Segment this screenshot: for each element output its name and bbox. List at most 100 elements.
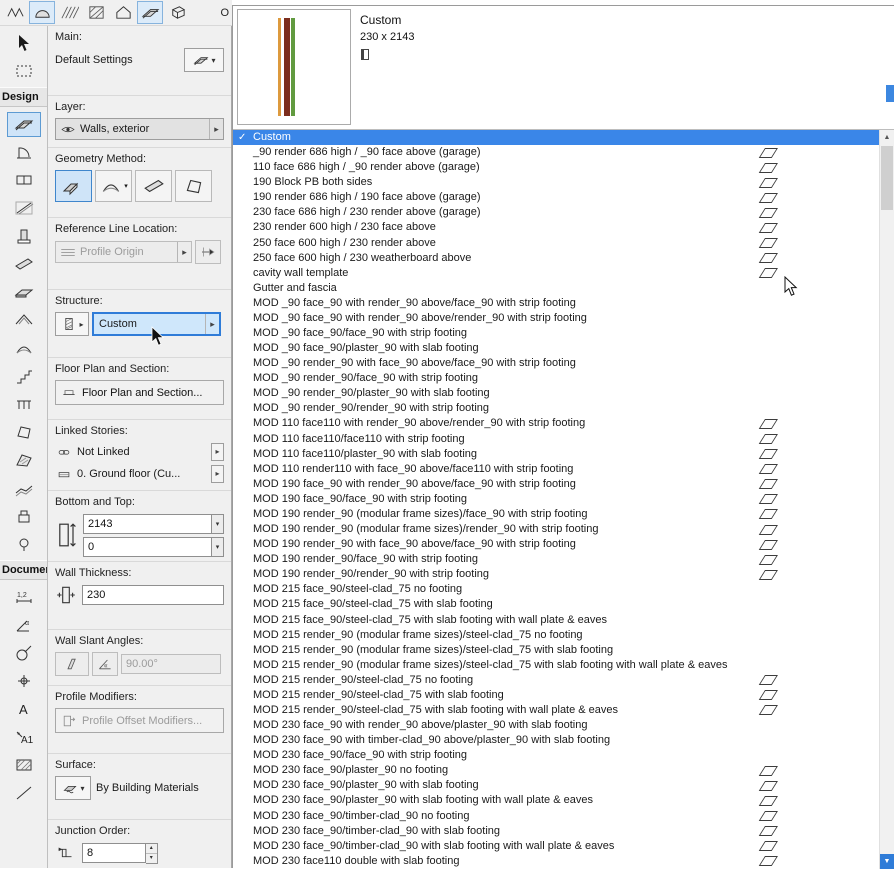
- structure-combo[interactable]: Custom ▸: [92, 312, 221, 336]
- list-item[interactable]: MOD _90 render_90 with face_90 above/fac…: [233, 356, 880, 371]
- list-item[interactable]: MOD 230 face_90/face_90 with strip footi…: [233, 748, 880, 763]
- list-item[interactable]: Gutter and fascia: [233, 281, 880, 296]
- railing-tool[interactable]: [7, 392, 41, 417]
- list-item[interactable]: MOD _90 face_90 with render_90 above/ren…: [233, 311, 880, 326]
- list-item[interactable]: MOD 230 face_90/timber-clad_90 with slab…: [233, 824, 880, 839]
- level-dimension-tool[interactable]: [7, 669, 41, 694]
- list-item[interactable]: MOD 190 render_90 with face_90 above/fac…: [233, 537, 880, 552]
- slab-tool[interactable]: [7, 280, 41, 305]
- lamp-tool[interactable]: [7, 532, 41, 557]
- list-item[interactable]: MOD _90 face_90/plaster_90 with slab foo…: [233, 341, 880, 356]
- list-item[interactable]: MOD 215 render_90 (modular frame sizes)/…: [233, 658, 880, 673]
- dome-button[interactable]: [29, 1, 55, 24]
- list-item[interactable]: 230 render 600 high / 230 face above: [233, 220, 880, 235]
- spinner-down-icon[interactable]: ▾: [146, 854, 157, 863]
- scroll-up-button[interactable]: ▲: [880, 130, 894, 145]
- list-item[interactable]: MOD 230 face_90 with render_90 above/pla…: [233, 718, 880, 733]
- house-button[interactable]: [110, 1, 136, 24]
- list-item[interactable]: MOD 230 face110 double with slab footing: [233, 854, 880, 869]
- object-tool[interactable]: [7, 504, 41, 529]
- label-tool[interactable]: [7, 725, 41, 750]
- curtain-wall-tool[interactable]: [7, 196, 41, 221]
- profile-offset-modifiers-button[interactable]: Profile Offset Modifiers...: [55, 708, 224, 733]
- dense-hatch-button[interactable]: [56, 1, 82, 24]
- list-item[interactable]: MOD 110 face110/plaster_90 with slab foo…: [233, 447, 880, 462]
- dimension-tool[interactable]: [7, 585, 41, 610]
- list-item[interactable]: 230 face 686 high / 230 render above (ga…: [233, 205, 880, 220]
- scrollbar-thumb[interactable]: [881, 146, 893, 210]
- scroll-down-button[interactable]: ▼: [880, 854, 894, 869]
- list-item[interactable]: MOD _90 render_90/render_90 with strip f…: [233, 401, 880, 416]
- marquee-tool[interactable]: [7, 59, 41, 84]
- geometry-polygon-button[interactable]: [175, 170, 212, 202]
- arrow-tool[interactable]: [7, 31, 41, 56]
- list-item[interactable]: MOD 215 face_90/steel-clad_75 no footing: [233, 582, 880, 597]
- list-item[interactable]: MOD 190 face_90/face_90 with strip footi…: [233, 492, 880, 507]
- list-item[interactable]: MOD 230 face_90 with timber-clad_90 abov…: [233, 733, 880, 748]
- top-link-flyout-button[interactable]: ▸: [211, 443, 224, 461]
- list-item[interactable]: 250 face 600 high / 230 weatherboard abo…: [233, 251, 880, 266]
- stair-tool[interactable]: [7, 364, 41, 389]
- list-item[interactable]: MOD 190 render_90/face_90 with strip foo…: [233, 552, 880, 567]
- list-item[interactable]: MOD _90 render_90/plaster_90 with slab f…: [233, 386, 880, 401]
- list-item[interactable]: MOD 190 render_90 (modular frame sizes)/…: [233, 522, 880, 537]
- window-tool[interactable]: [7, 168, 41, 193]
- door-tool[interactable]: [7, 140, 41, 165]
- list-item[interactable]: MOD 230 face_90/timber-clad_90 no footin…: [233, 809, 880, 824]
- wall-top-input[interactable]: [83, 513, 213, 534]
- shell-tool[interactable]: [7, 336, 41, 361]
- wall-top-flyout[interactable]: ▾: [212, 513, 224, 534]
- list-item[interactable]: 190 render 686 high / 190 face above (ga…: [233, 190, 880, 205]
- fill-tool[interactable]: [7, 753, 41, 778]
- diagonal-hatch-button[interactable]: [83, 1, 109, 24]
- list-item[interactable]: MOD 215 render_90/steel-clad_75 no footi…: [233, 673, 880, 688]
- list-item[interactable]: 250 face 600 high / 230 render above: [233, 236, 880, 251]
- slant-angle-button[interactable]: [92, 652, 118, 676]
- list-item[interactable]: MOD 230 face_90/plaster_90 with slab foo…: [233, 793, 880, 808]
- morph-tool[interactable]: [7, 420, 41, 445]
- list-item[interactable]: MOD 230 face_90/plaster_90 no footing: [233, 763, 880, 778]
- slant-angle-input[interactable]: [121, 654, 221, 674]
- list-scrollbar[interactable]: ▲ ▼: [879, 130, 894, 869]
- list-item[interactable]: 110 face 686 high / _90 render above (ga…: [233, 160, 880, 175]
- text-tool[interactable]: [7, 697, 41, 722]
- geometry-straight-button[interactable]: [55, 170, 92, 202]
- layer-combo[interactable]: Walls, exterior ▸: [55, 118, 224, 140]
- column-tool[interactable]: [7, 224, 41, 249]
- toolbox-group-documer[interactable]: Documer: [0, 560, 47, 580]
- line-tool[interactable]: [7, 781, 41, 806]
- list-item[interactable]: MOD _90 face_90 with render_90 above/fac…: [233, 296, 880, 311]
- list-item[interactable]: MOD 190 render_90/render_90 with strip f…: [233, 567, 880, 582]
- list-item[interactable]: MOD 230 face_90/timber-clad_90 with slab…: [233, 839, 880, 854]
- radial-dimension-tool[interactable]: [7, 641, 41, 666]
- geometry-curved-button[interactable]: ▾: [95, 170, 132, 202]
- preview-scroll-indicator[interactable]: [886, 85, 894, 102]
- list-item[interactable]: MOD 215 face_90/steel-clad_75 with slab …: [233, 613, 880, 628]
- list-item[interactable]: MOD 230 face_90/plaster_90 with slab foo…: [233, 778, 880, 793]
- object-cube-button[interactable]: [164, 1, 190, 24]
- list-item[interactable]: MOD 215 render_90 (modular frame sizes)/…: [233, 643, 880, 658]
- beam-tool[interactable]: [7, 252, 41, 277]
- list-item[interactable]: MOD 110 render110 with face_90 above/fac…: [233, 462, 880, 477]
- geometry-trapezoid-button[interactable]: [135, 170, 172, 202]
- list-item[interactable]: cavity wall template: [233, 266, 880, 281]
- mesh-tool[interactable]: [7, 476, 41, 501]
- wall-favorite-button[interactable]: [137, 1, 163, 24]
- wall-thickness-input[interactable]: [82, 585, 224, 605]
- list-item[interactable]: MOD 215 render_90/steel-clad_75 with sla…: [233, 703, 880, 718]
- surface-override-button[interactable]: ▾: [55, 776, 91, 800]
- roof-tool[interactable]: [7, 308, 41, 333]
- reference-line-combo[interactable]: Profile Origin ▸: [55, 241, 192, 263]
- zigzag-pattern-button[interactable]: [2, 1, 28, 24]
- wall-bottom-flyout[interactable]: ▾: [212, 536, 224, 557]
- list-item[interactable]: MOD 110 face110/face110 with strip footi…: [233, 432, 880, 447]
- wall-tool[interactable]: [6, 111, 41, 137]
- flip-reference-line-button[interactable]: [195, 240, 221, 264]
- list-item[interactable]: MOD _90 face_90/face_90 with strip footi…: [233, 326, 880, 341]
- structure-type-button[interactable]: ▸: [55, 312, 89, 336]
- list-item[interactable]: MOD 215 face_90/steel-clad_75 with slab …: [233, 597, 880, 612]
- toolbox-group-design[interactable]: Design: [0, 87, 47, 107]
- list-item[interactable]: _90 render 686 high / _90 face above (ga…: [233, 145, 880, 160]
- list-item[interactable]: MOD 215 render_90 (modular frame sizes)/…: [233, 628, 880, 643]
- list-item[interactable]: 190 Block PB both sides: [233, 175, 880, 190]
